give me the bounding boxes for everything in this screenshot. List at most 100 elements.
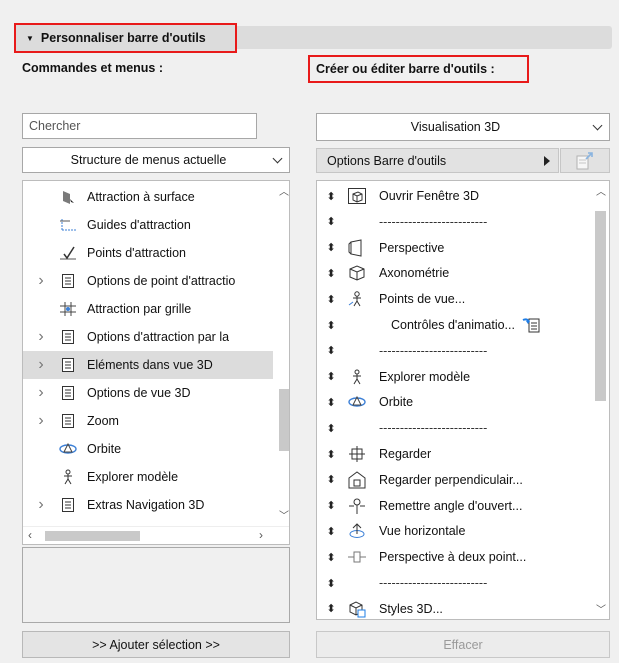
toolbar-item-label: Perspective bbox=[379, 240, 445, 255]
toolbar-item-points-de-vue[interactable]: ⬍ Points de vue... bbox=[317, 286, 589, 312]
toolbar-item-axonometrie[interactable]: ⬍ Axonométrie bbox=[317, 260, 589, 286]
drag-handle-icon[interactable]: ⬍ bbox=[323, 551, 339, 564]
scroll-down-icon[interactable]: ﹀ bbox=[596, 601, 606, 616]
look-perpendicular-icon bbox=[345, 471, 369, 489]
toolbar-options-menu[interactable]: Options Barre d'outils bbox=[316, 148, 559, 173]
scroll-thumb[interactable] bbox=[279, 389, 289, 451]
toolbar-item-styles-3d[interactable]: ⬍ Styles 3D... bbox=[317, 596, 589, 619]
clear-button[interactable]: Effacer bbox=[316, 631, 610, 658]
expand-chevron-icon[interactable]: › bbox=[31, 384, 51, 402]
toolbar-item-orbite[interactable]: ⬍ Orbite bbox=[317, 389, 589, 415]
menu-structure-select[interactable]: Structure de menus actuelle bbox=[22, 147, 290, 173]
reset-view-cone-icon bbox=[345, 497, 369, 515]
toolbar-item-regarder[interactable]: ⬍ Regarder bbox=[317, 441, 589, 467]
toolbar-item-label: Contrôles d'animatio... bbox=[391, 318, 515, 332]
grid-snap-icon bbox=[57, 301, 79, 317]
toolbar-item-explorer-modele[interactable]: ⬍ Explorer modèle bbox=[317, 364, 589, 390]
orbit-icon bbox=[345, 394, 369, 410]
horizontal-scrollbar[interactable]: ‹ › bbox=[23, 526, 289, 544]
scroll-down-icon[interactable]: ﹀ bbox=[279, 507, 289, 522]
toolbar-select[interactable]: Visualisation 3D bbox=[316, 113, 610, 141]
drag-handle-icon[interactable]: ⬍ bbox=[323, 241, 339, 254]
scroll-right-icon[interactable]: › bbox=[259, 528, 263, 542]
command-item-options-de-point-d-attractio[interactable]: › Options de point d'attractio bbox=[23, 267, 273, 295]
export-toolbar-button[interactable] bbox=[560, 148, 610, 173]
toolbar-select-value: Visualisation 3D bbox=[410, 120, 501, 134]
vertical-scrollbar[interactable]: ︿ ﹀ bbox=[276, 181, 289, 526]
perspective-icon bbox=[345, 238, 369, 257]
scroll-up-icon[interactable]: ︿ bbox=[279, 183, 289, 198]
chevron-down-icon bbox=[592, 120, 603, 130]
expand-chevron-icon[interactable]: › bbox=[31, 412, 51, 430]
search-input[interactable]: Chercher bbox=[22, 113, 257, 139]
toolbar-item-vue-horizontale[interactable]: ⬍ Vue horizontale bbox=[317, 518, 589, 544]
command-item-explorer-modele[interactable]: Explorer modèle bbox=[23, 463, 273, 491]
expand-chevron-icon[interactable]: › bbox=[31, 356, 51, 374]
collapse-triangle-icon: ▼ bbox=[26, 33, 34, 43]
explore-model-icon bbox=[345, 369, 369, 385]
drag-handle-icon[interactable]: ⬍ bbox=[323, 473, 339, 486]
toolbar-item-label: Vue horizontale bbox=[379, 524, 466, 539]
toolbar-item-regarder-perpendiculair[interactable]: ⬍ Regarder perpendiculair... bbox=[317, 467, 589, 493]
command-item-label: Extras Navigation 3D bbox=[87, 498, 205, 512]
vertical-scrollbar[interactable]: ︿ ﹀ bbox=[592, 181, 609, 619]
command-item-options-d-attraction-par-la[interactable]: › Options d'attraction par la bbox=[23, 323, 273, 351]
toolbar-separator[interactable]: ⬍ -------------------------- bbox=[317, 338, 589, 364]
toolbar-separator[interactable]: ⬍ -------------------------- bbox=[317, 209, 589, 235]
drag-handle-icon[interactable]: ⬍ bbox=[323, 499, 339, 512]
toolbar-item-label: Orbite bbox=[379, 395, 414, 410]
command-item-orbite[interactable]: Orbite bbox=[23, 435, 273, 463]
separator-label: -------------------------- bbox=[379, 343, 488, 358]
drag-handle-icon[interactable]: ⬍ bbox=[323, 190, 339, 203]
toolbar-item-label: Styles 3D... bbox=[379, 601, 443, 616]
command-item-attraction-par-grille[interactable]: Attraction par grille bbox=[23, 295, 273, 323]
drag-handle-icon[interactable]: ⬍ bbox=[323, 448, 339, 461]
expand-chevron-icon[interactable]: › bbox=[31, 496, 51, 514]
expand-chevron-icon[interactable]: › bbox=[31, 328, 51, 346]
menu-list-icon bbox=[57, 357, 79, 373]
toolbar-separator[interactable]: ⬍ -------------------------- bbox=[317, 570, 589, 596]
toolbar-item-controles-d-animatio[interactable]: ⬍ Contrôles d'animatio... bbox=[317, 312, 589, 338]
drag-handle-icon[interactable]: ⬍ bbox=[323, 344, 339, 357]
menu-structure-value: Structure de menus actuelle bbox=[70, 153, 227, 167]
command-item-zoom[interactable]: › Zoom bbox=[23, 407, 273, 435]
command-item-guides-d-attraction[interactable]: Guides d'attraction bbox=[23, 211, 273, 239]
drag-handle-icon[interactable]: ⬍ bbox=[323, 215, 339, 228]
drag-handle-icon[interactable]: ⬍ bbox=[323, 319, 339, 332]
scroll-thumb[interactable] bbox=[595, 211, 606, 401]
command-item-points-d-attraction[interactable]: Points d'attraction bbox=[23, 239, 273, 267]
command-item-options-de-vue-3d[interactable]: › Options de vue 3D bbox=[23, 379, 273, 407]
drag-handle-icon[interactable]: ⬍ bbox=[323, 370, 339, 383]
orbit-icon bbox=[57, 441, 79, 457]
toolbar-item-perspective[interactable]: ⬍ Perspective bbox=[317, 235, 589, 261]
command-item-label: Guides d'attraction bbox=[87, 218, 191, 232]
toolbar-item-ouvrir-fenetre-3d[interactable]: ⬍ Ouvrir Fenêtre 3D bbox=[317, 183, 589, 209]
toolbar-item-label: Regarder perpendiculair... bbox=[379, 472, 523, 487]
toolbar-item-remettre-angle-d-ouvert[interactable]: ⬍ Remettre angle d'ouvert... bbox=[317, 493, 589, 519]
drag-handle-icon[interactable]: ⬍ bbox=[323, 422, 339, 435]
scroll-thumb[interactable] bbox=[45, 531, 140, 541]
drag-handle-icon[interactable]: ⬍ bbox=[323, 293, 339, 306]
scroll-left-icon[interactable]: ‹ bbox=[28, 528, 32, 542]
command-item-elements-dans-vue-3d[interactable]: › Eléments dans vue 3D bbox=[23, 351, 273, 379]
drag-handle-icon[interactable]: ⬍ bbox=[323, 577, 339, 590]
drag-handle-icon[interactable]: ⬍ bbox=[323, 602, 339, 615]
toolbar-separator[interactable]: ⬍ -------------------------- bbox=[317, 415, 589, 441]
toolbar-item-perspective-a-deux-point[interactable]: ⬍ Perspective à deux point... bbox=[317, 544, 589, 570]
toolbar-items-list[interactable]: ⬍ Ouvrir Fenêtre 3D ⬍ ---------------------… bbox=[316, 180, 610, 620]
look-to-icon bbox=[345, 445, 369, 463]
commands-list[interactable]: Attraction à surface Guides d'attraction P… bbox=[22, 180, 290, 545]
open-3d-window-icon bbox=[345, 187, 369, 205]
drag-handle-icon[interactable]: ⬍ bbox=[323, 267, 339, 280]
menu-list-icon bbox=[57, 413, 79, 429]
command-item-extras-navigation-3d[interactable]: › Extras Navigation 3D bbox=[23, 491, 273, 519]
drag-handle-icon[interactable]: ⬍ bbox=[323, 396, 339, 409]
viewpoints-icon bbox=[345, 290, 369, 308]
customize-toolbar-header[interactable]: ▼ Personnaliser barre d'outils bbox=[14, 23, 237, 53]
expand-chevron-icon[interactable]: › bbox=[31, 272, 51, 290]
commands-menus-label: Commandes et menus : bbox=[22, 61, 164, 75]
add-selection-button[interactable]: >> Ajouter sélection >> bbox=[22, 631, 290, 658]
drag-handle-icon[interactable]: ⬍ bbox=[323, 525, 339, 538]
scroll-up-icon[interactable]: ︿ bbox=[596, 183, 606, 198]
command-item-attraction-a-surface[interactable]: Attraction à surface bbox=[23, 183, 273, 211]
